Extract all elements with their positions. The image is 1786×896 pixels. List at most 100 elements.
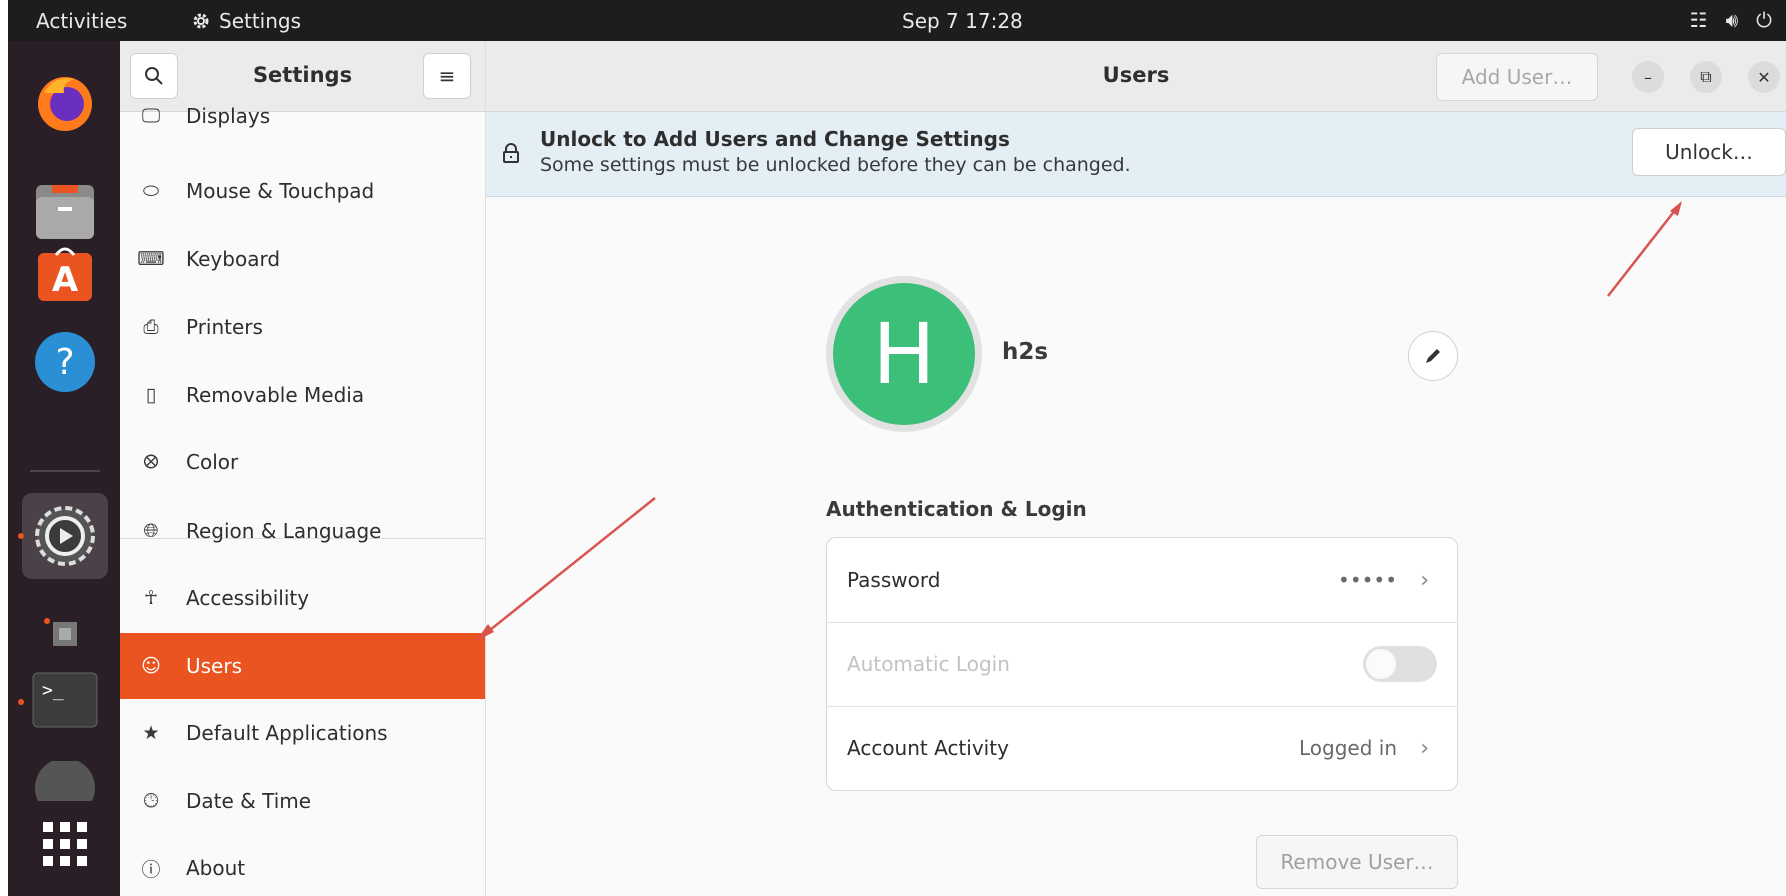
dock: A ? >_ [8,41,120,896]
terminal-icon[interactable]: >_ [32,667,98,733]
account-activity-label: Account Activity [847,736,1009,760]
firefox-icon[interactable] [32,69,98,135]
toggle-knob [1366,649,1396,679]
sidebar-item-keyboard[interactable]: ⌨ Keyboard [120,226,485,292]
screen-border [0,0,8,896]
infobar-subtitle: Some settings must be unlocked before th… [540,154,1131,176]
password-row[interactable]: Password ••••• › [827,538,1457,622]
infobar-title: Unlock to Add Users and Change Settings [540,127,1010,151]
users-panel: Users Add User… – ⧉ ✕ Unlock to Add User… [486,41,1786,896]
sidebar-item-label: Displays [186,104,271,128]
gear-icon [193,13,209,29]
unlock-infobar: Unlock to Add Users and Change Settings … [486,112,1786,197]
app-menu[interactable]: Settings [191,9,301,33]
printer-icon: ⎙ [143,316,159,338]
svg-text:A: A [52,260,79,300]
sidebar-item-color[interactable]: ⭙ Color [120,429,485,495]
star-icon: ★ [142,722,160,744]
svg-text:>_: >_ [42,680,64,701]
account-activity-row[interactable]: Account Activity Logged in › [827,706,1457,790]
users-icon: ☺ [141,655,161,677]
edit-name-button[interactable] [1408,331,1458,381]
maximize-button[interactable]: ⧉ [1690,61,1722,93]
sidebar-item-label: Printers [186,315,263,339]
chevron-right-icon: › [1420,567,1429,593]
top-bar: Activities Settings Sep 7 17:28 ☷ 🔊︎ ⏻ [8,0,1786,41]
app-name: Settings [219,9,302,33]
auth-login-list: Password ••••• › Automatic Login Account… [826,537,1458,791]
restore-icon: ⧉ [1700,67,1712,86]
automatic-login-row: Automatic Login [827,622,1457,706]
display-icon: 🖵︎ [141,105,161,127]
add-user-button[interactable]: Add User… [1436,53,1598,101]
sidebar-item-label: Mouse & Touchpad [186,179,375,203]
unlock-button[interactable]: Unlock… [1632,128,1786,176]
account-activity-value: Logged in [1298,736,1397,760]
sidebar-item-about[interactable]: ⓘ About [120,835,485,896]
close-icon: ✕ [1757,67,1771,87]
show-apps-icon[interactable] [32,811,98,877]
sidebar-item-mouse-touchpad[interactable]: ⬭ Mouse & Touchpad [120,158,485,224]
automatic-login-label: Automatic Login [847,652,1010,676]
network-icon: ☷ [1689,8,1708,32]
disk-icon[interactable] [32,761,98,801]
sidebar-item-label: Region & Language [186,519,382,543]
running-indicator [44,618,50,624]
app-center-icon[interactable]: A [32,241,98,307]
sidebar-item-date-time[interactable]: 🕒︎ Date & Time [120,768,485,834]
power-icon: ⏻ [1756,8,1772,32]
info-icon: ⓘ [141,858,161,881]
clock[interactable]: Sep 7 17:28 [902,9,1023,33]
help-icon[interactable]: ? [32,329,98,395]
minimize-button[interactable]: – [1632,61,1664,93]
media-icon: ▯ [145,384,157,406]
sidebar-item-removable-media[interactable]: ▯ Removable Media [120,362,485,428]
password-label: Password [847,568,941,592]
sidebar-item-label: Date & Time [186,789,312,813]
sidebar-item-label: About [186,856,246,880]
avatar[interactable]: H [833,283,975,425]
sidebar-item-label: Users [186,654,243,678]
panel-header: Users Add User… – ⧉ ✕ [486,41,1786,112]
sidebar-item-printers[interactable]: ⎙ Printers [120,294,485,360]
clock-icon: 🕒︎ [143,790,159,812]
system-tray[interactable]: ☷ 🔊︎ ⏻ [1690,8,1772,32]
lock-icon [502,143,520,168]
username[interactable]: h2s [1002,339,1048,365]
remove-user-button[interactable]: Remove User… [1256,835,1458,889]
chevron-right-icon: › [1420,735,1429,761]
settings-sidebar: Settings ≡ 🖵︎ Displays ⬭ Mouse & Touchpa… [120,41,486,896]
activities-button[interactable]: Activities [36,9,127,33]
minimize-icon: – [1644,67,1652,87]
running-indicator [18,699,24,705]
accessibility-icon: ☥ [143,587,159,609]
sidebar-item-label: Accessibility [186,586,310,610]
screenshot-icon[interactable] [32,601,98,667]
sidebar-item-label: Keyboard [186,247,281,271]
pencil-icon [1426,349,1440,363]
files-icon[interactable] [32,179,98,245]
sidebar-item-region-language[interactable]: 🌐︎ Region & Language [120,498,485,564]
hamburger-icon: ≡ [438,64,456,88]
section-title: Authentication & Login [826,497,1087,521]
close-button[interactable]: ✕ [1748,61,1780,93]
sidebar-item-users[interactable]: ☺ Users [120,633,485,699]
volume-icon: 🔊︎ [1725,8,1739,32]
svg-text:?: ? [55,342,74,383]
sidebar-item-label: Color [186,450,239,474]
sidebar-item-default-applications[interactable]: ★ Default Applications [120,700,485,766]
color-icon: ⭙ [143,451,159,473]
sidebar-item-label: Default Applications [186,721,388,745]
running-indicator [18,533,24,539]
mouse-icon: ⬭ [142,180,160,202]
sidebar-item-accessibility[interactable]: ☥ Accessibility [120,565,485,631]
globe-icon: 🌐︎ [143,520,159,542]
keyboard-icon: ⌨ [137,248,165,270]
sidebar-item-displays[interactable]: 🖵︎ Displays [120,93,485,139]
settings-icon[interactable] [22,493,108,579]
sidebar-item-label: Removable Media [186,383,365,407]
screen: Activities Settings Sep 7 17:28 ☷ 🔊︎ ⏻ A… [0,0,1786,896]
password-value: ••••• [1338,568,1397,592]
dock-separator [30,470,100,472]
automatic-login-toggle[interactable] [1363,646,1437,682]
